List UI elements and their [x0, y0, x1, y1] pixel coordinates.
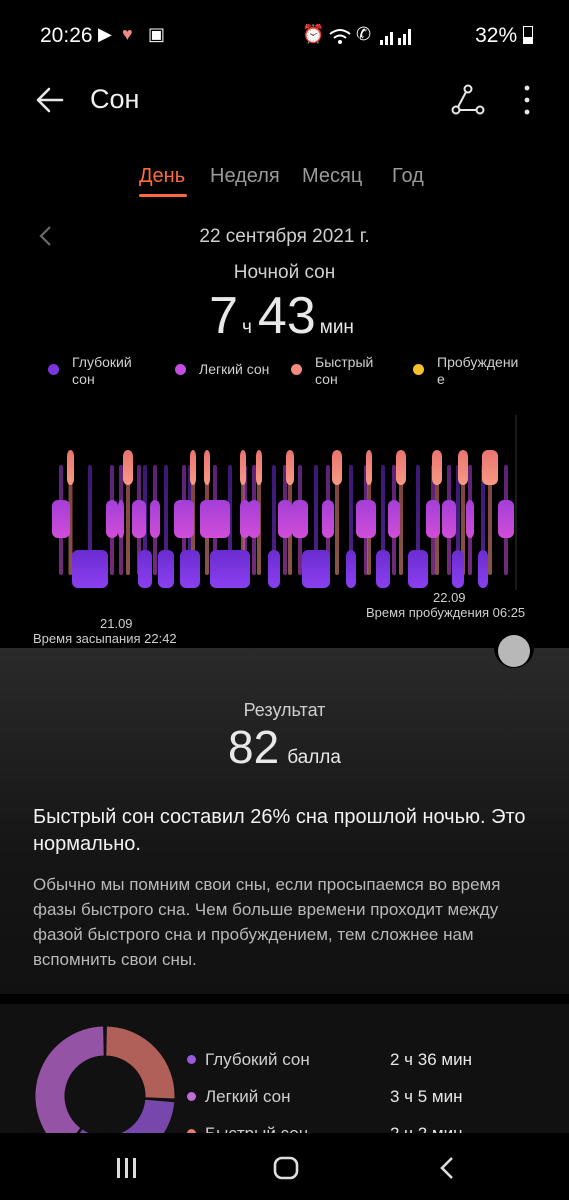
- stage-segment-deep: [268, 550, 280, 588]
- legend-light: Легкий сон: [175, 361, 289, 378]
- sleep-score: 82 балла: [228, 721, 341, 773]
- wifi-icon: [329, 29, 351, 44]
- call-icon: ✆: [356, 24, 372, 44]
- stage-segment-light: [388, 500, 400, 538]
- page-title: Сон: [90, 84, 140, 114]
- legend-dot: [175, 364, 186, 375]
- share-icon[interactable]: [450, 82, 486, 118]
- stage-segment-rem: [458, 450, 468, 485]
- stage-segment-light: [248, 500, 260, 538]
- legend-dot: [413, 364, 424, 375]
- stage-segment-deep: [158, 550, 174, 588]
- home-icon[interactable]: [272, 1155, 300, 1181]
- status-time: 20:26: [40, 24, 93, 47]
- insight-description: Обычно мы помним свои сны, если просыпае…: [33, 875, 501, 969]
- stage-segment-light: [426, 500, 440, 538]
- sleep-stage-chart: [52, 415, 517, 590]
- stage-segment-light: [118, 500, 124, 538]
- stage-segment-light: [292, 500, 308, 538]
- play-icon: ▶: [98, 24, 112, 44]
- end-date-label: 22.09: [433, 590, 466, 605]
- active-tab-indicator: [139, 194, 187, 197]
- tab-week[interactable]: Неделя: [210, 165, 280, 188]
- system-nav-bar: [0, 1133, 569, 1200]
- stage-segment-rem: [123, 450, 133, 485]
- timeline-slider-handle[interactable]: [498, 635, 530, 667]
- stage-segment-deep: [138, 550, 152, 588]
- stage-segment-light: [106, 500, 118, 538]
- stage-segment-rem: [432, 450, 442, 485]
- heart-rate-icon: ♥: [122, 24, 133, 44]
- battery-level: 32%: [475, 24, 533, 48]
- selected-date: 22 сентября 2021 г.: [199, 226, 370, 247]
- sleep-type-label: Ночной сон: [233, 262, 336, 283]
- donut-slice: [105, 1025, 176, 1100]
- stage-segment-light: [52, 500, 70, 538]
- result-label: Результат: [243, 700, 326, 720]
- stage-segment-deep: [478, 550, 488, 588]
- stage-segment-rem: [240, 450, 246, 485]
- stage-segment-rem: [67, 450, 74, 485]
- stage-segment-light: [278, 500, 292, 538]
- status-bar: 20:26 ▶ ♥ ▣ ⏰ ✆ 32%: [0, 0, 569, 72]
- stage-segment-deep: [346, 550, 356, 588]
- gallery-icon: ▣: [148, 24, 166, 44]
- stage-segment-light: [322, 500, 334, 538]
- stage-segment-deep: [72, 550, 108, 588]
- legend-dot: [48, 364, 59, 375]
- tab-year[interactable]: Год: [392, 165, 424, 188]
- stage-segment-deep: [180, 550, 200, 588]
- breakdown-value-deep: 2 ч 36 мин: [390, 1050, 472, 1069]
- legend-awake: Пробуждение: [413, 354, 523, 388]
- breakdown-value-light: 3 ч 5 мин: [390, 1087, 463, 1106]
- stage-segment-light: [466, 500, 474, 538]
- sleep-duration: 7 ч 43 мин: [209, 287, 354, 345]
- breakdown-dot: [187, 1092, 196, 1101]
- back-arrow-icon[interactable]: [34, 84, 66, 116]
- tab-month[interactable]: Месяц: [302, 165, 362, 188]
- stage-segment-light: [174, 500, 194, 538]
- stage-segment-light: [150, 500, 160, 538]
- stage-segment-rem: [286, 450, 294, 485]
- stage-segment-rem: [256, 450, 262, 485]
- battery-icon: [523, 26, 533, 44]
- recents-icon[interactable]: [114, 1155, 140, 1181]
- stage-segment-rem: [396, 450, 406, 485]
- breakdown-label-light: Легкий сон: [205, 1087, 291, 1106]
- stage-segment-deep: [408, 550, 428, 588]
- back-icon[interactable]: [436, 1155, 458, 1181]
- stage-segment-rem: [190, 450, 196, 485]
- legend-deep: Глубокий сон: [48, 354, 152, 388]
- stage-segment-light: [200, 500, 230, 538]
- stage-segment-light: [498, 500, 514, 538]
- stage-segment-deep: [210, 550, 250, 588]
- stage-segment-rem: [366, 450, 372, 485]
- more-vert-icon[interactable]: [516, 82, 538, 118]
- wake-time-label: Время пробуждения 06:25: [366, 605, 526, 620]
- signal-icon: [380, 29, 411, 45]
- legend-rem: Быстрый сон: [291, 354, 385, 388]
- stage-segment-light: [356, 500, 376, 538]
- stage-segment-deep: [376, 550, 390, 588]
- tab-day[interactable]: День: [139, 165, 185, 188]
- stage-segment-rem: [204, 450, 210, 485]
- alarm-icon: ⏰: [302, 24, 325, 44]
- stage-segment-deep: [452, 550, 464, 588]
- stage-segment-rem: [332, 450, 342, 485]
- breakdown-dot: [187, 1055, 196, 1064]
- stage-segment-light: [442, 500, 456, 538]
- breakdown-label-deep: Глубокий сон: [205, 1050, 310, 1069]
- stage-segment-deep: [302, 550, 330, 588]
- stage-segment-rem: [482, 450, 498, 485]
- sleep-start-label: Время засыпания 22:42: [33, 631, 177, 646]
- stage-segment-light: [132, 500, 146, 538]
- legend-dot: [291, 364, 302, 375]
- insight-message: Быстрый сон составил 26% сна прошлой ноч…: [33, 806, 526, 855]
- start-date-label: 21.09: [100, 616, 133, 631]
